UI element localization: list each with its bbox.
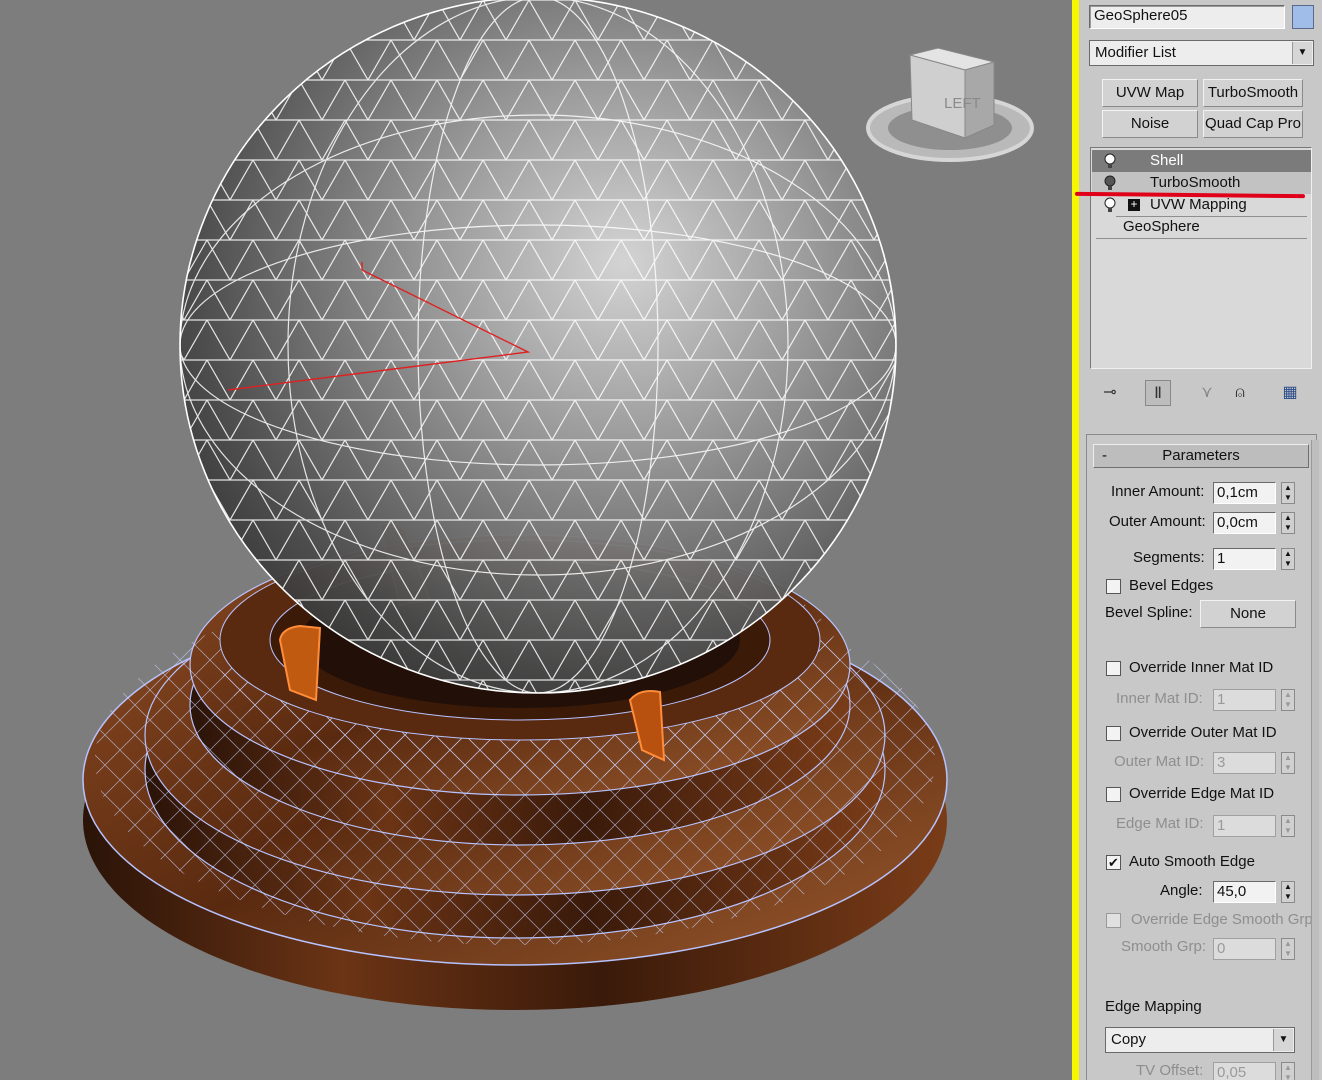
stack-item-label: Shell xyxy=(1150,152,1184,169)
stack-item-label: UVW Mapping xyxy=(1150,196,1247,213)
chevron-down-icon: ▼ xyxy=(1292,42,1312,64)
modifier-stack[interactable]: Shell TurboSmooth + UVW Mapping GeoSpher… xyxy=(1074,147,1312,369)
override-inner-mat-id-label: Override Inner Mat ID xyxy=(1129,659,1274,676)
modifier-list-dropdown[interactable]: Modifier List ▼ xyxy=(1089,40,1314,66)
parameters-rollout-header[interactable]: - Parameters xyxy=(1093,444,1309,468)
viewport[interactable]: LEFT xyxy=(0,0,1072,1080)
inner-amount-spinner[interactable]: 0,1cm ▲ ▼ xyxy=(1213,482,1299,504)
collapse-icon: - xyxy=(1102,447,1107,464)
stack-item-geosphere[interactable]: GeoSphere xyxy=(1092,216,1311,239)
parameters-rollout: - Parameters Inner Amount: 0,1cm ▲ ▼ Outer… xyxy=(1086,434,1317,1080)
make-unique-icon[interactable]: ⋎ xyxy=(1194,380,1220,406)
override-edge-mat-id-checkbox[interactable] xyxy=(1106,787,1121,802)
check-mark-icon: ✔ xyxy=(1108,855,1119,870)
smooth-grp-spinner: 0 ▲ ▼ xyxy=(1213,938,1299,960)
viewcube-face-label: LEFT xyxy=(944,95,981,112)
stack-item-label: GeoSphere xyxy=(1123,218,1200,235)
stack-item-uvw-mapping[interactable]: + UVW Mapping xyxy=(1092,194,1311,217)
segments-spinner[interactable]: 1 ▲ ▼ xyxy=(1213,548,1299,570)
segments-label: Segments: xyxy=(1133,549,1205,566)
spinner-arrows-icon[interactable]: ▲ ▼ xyxy=(1281,482,1295,504)
command-panel: GeoSphere05 Modifier List ▼ UVW Map Turb… xyxy=(1074,0,1322,1080)
spinner-arrows-icon[interactable]: ▲ ▼ xyxy=(1281,881,1295,903)
tv-offset-value: 0,05 xyxy=(1213,1062,1276,1080)
smooth-grp-label: Smooth Grp: xyxy=(1121,938,1207,955)
bevel-spline-label: Bevel Spline: xyxy=(1105,604,1193,621)
configure-sets-icon[interactable]: ▦ xyxy=(1277,380,1303,406)
angle-value[interactable]: 45,0 xyxy=(1213,881,1276,903)
uvw-map-button[interactable]: UVW Map xyxy=(1102,79,1198,107)
spinner-arrows-icon: ▲ ▼ xyxy=(1281,689,1295,711)
object-color-swatch[interactable] xyxy=(1292,5,1314,29)
noise-button[interactable]: Noise xyxy=(1102,110,1198,138)
edge-mat-id-value: 1 xyxy=(1213,815,1276,837)
tv-offset-spinner: 0,05 ▲ ▼ xyxy=(1213,1062,1299,1080)
outer-amount-value[interactable]: 0,0cm xyxy=(1213,512,1276,534)
chevron-down-icon: ▼ xyxy=(1273,1029,1293,1051)
outer-mat-id-label: Outer Mat ID: xyxy=(1114,753,1205,770)
spinner-arrows-icon[interactable]: ▲ ▼ xyxy=(1281,548,1295,570)
auto-smooth-edge-checkbox[interactable]: ✔ xyxy=(1106,855,1121,870)
object-name-field[interactable]: GeoSphere05 xyxy=(1089,5,1285,29)
modifier-list-label: Modifier List xyxy=(1095,44,1176,61)
quad-cap-pro-button[interactable]: Quad Cap Pro xyxy=(1203,110,1303,138)
angle-label: Angle: xyxy=(1160,882,1203,899)
viewcube[interactable]: LEFT xyxy=(866,47,1034,162)
smooth-grp-value: 0 xyxy=(1213,938,1276,960)
stack-item-label: TurboSmooth xyxy=(1150,174,1241,191)
override-outer-mat-id-checkbox[interactable] xyxy=(1106,726,1121,741)
override-edge-smooth-grp-checkbox xyxy=(1106,913,1121,928)
edge-mapping-label: Edge Mapping xyxy=(1105,998,1202,1015)
lightbulb-icon[interactable] xyxy=(1102,175,1118,191)
outer-amount-spinner[interactable]: 0,0cm ▲ ▼ xyxy=(1213,512,1299,534)
expand-plus-icon[interactable]: + xyxy=(1128,198,1140,211)
bevel-spline-button[interactable]: None xyxy=(1200,600,1296,628)
inner-amount-value[interactable]: 0,1cm xyxy=(1213,482,1276,504)
lightbulb-icon[interactable] xyxy=(1102,197,1118,213)
lightbulb-icon[interactable] xyxy=(1102,153,1118,169)
spinner-arrows-icon[interactable]: ▲ ▼ xyxy=(1281,512,1295,534)
stack-item-shell[interactable]: Shell xyxy=(1092,150,1311,172)
inner-amount-label: Inner Amount: xyxy=(1111,483,1205,500)
viewport-active-border xyxy=(1072,0,1079,1080)
outer-amount-label: Outer Amount: xyxy=(1109,513,1206,530)
bevel-edges-label: Bevel Edges xyxy=(1129,577,1214,594)
show-end-result-icon[interactable]: Ⅱ xyxy=(1145,380,1171,406)
spinner-arrows-icon: ▲ ▼ xyxy=(1281,938,1295,960)
outer-mat-id-spinner: 3 ▲ ▼ xyxy=(1213,752,1299,774)
tv-offset-label: TV Offset: xyxy=(1136,1062,1204,1079)
outer-mat-id-value: 3 xyxy=(1213,752,1276,774)
edge-mat-id-label: Edge Mat ID: xyxy=(1116,815,1204,832)
stack-item-turbosmooth[interactable]: TurboSmooth xyxy=(1092,172,1311,194)
edge-mat-id-spinner: 1 ▲ ▼ xyxy=(1213,815,1299,837)
pin-stack-icon[interactable]: ⊸ xyxy=(1097,380,1123,406)
auto-smooth-edge-label: Auto Smooth Edge xyxy=(1129,853,1255,870)
inner-mat-id-label: Inner Mat ID: xyxy=(1116,690,1203,707)
inner-mat-id-value: 1 xyxy=(1213,689,1276,711)
spinner-arrows-icon: ▲ ▼ xyxy=(1281,1062,1295,1080)
spinner-arrows-icon: ▲ ▼ xyxy=(1281,752,1295,774)
override-edge-smooth-grp-label: Override Edge Smooth Grp xyxy=(1131,911,1313,928)
turbosmooth-button[interactable]: TurboSmooth xyxy=(1203,79,1303,107)
panel-scrollbar[interactable] xyxy=(1311,440,1319,1080)
override-inner-mat-id-checkbox[interactable] xyxy=(1106,661,1121,676)
remove-modifier-icon[interactable]: ⍝ xyxy=(1227,380,1253,406)
edge-mapping-dropdown[interactable]: Copy ▼ xyxy=(1105,1027,1295,1053)
viewport-scene: LEFT xyxy=(82,0,1034,1010)
spinner-arrows-icon: ▲ ▼ xyxy=(1281,815,1295,837)
edge-mapping-value: Copy xyxy=(1111,1031,1147,1048)
bevel-edges-checkbox[interactable] xyxy=(1106,579,1121,594)
inner-mat-id-spinner: 1 ▲ ▼ xyxy=(1213,689,1299,711)
angle-spinner[interactable]: 45,0 ▲ ▼ xyxy=(1213,881,1299,903)
override-edge-mat-id-label: Override Edge Mat ID xyxy=(1129,785,1275,802)
override-outer-mat-id-label: Override Outer Mat ID xyxy=(1129,724,1277,741)
rollout-title: Parameters xyxy=(1162,447,1240,464)
segments-value[interactable]: 1 xyxy=(1213,548,1276,570)
